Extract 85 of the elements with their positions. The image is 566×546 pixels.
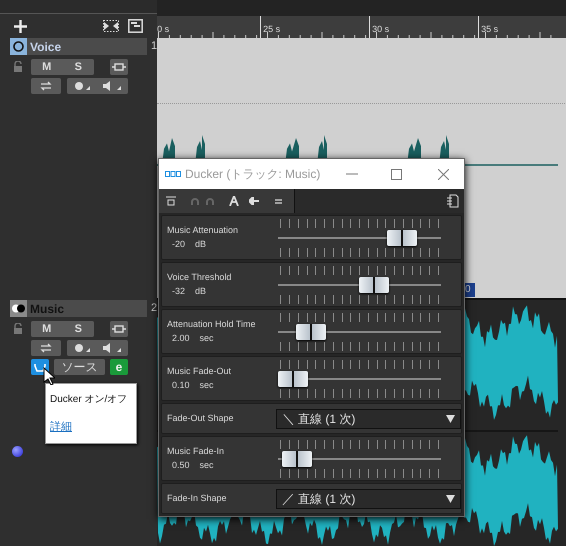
dropdown-arrow-icon <box>446 494 455 502</box>
slider-track[interactable] <box>278 230 441 246</box>
lock-icon[interactable] <box>12 323 22 334</box>
slider-track[interactable] <box>278 276 441 292</box>
record-icon[interactable] <box>74 343 90 353</box>
record-icon[interactable] <box>74 81 90 91</box>
line-shape-icon: ＼ <box>282 412 295 425</box>
track-name: Voice <box>30 40 62 52</box>
plugin-icon <box>112 325 126 333</box>
maximize-icon[interactable] <box>391 168 402 180</box>
speaker-icon[interactable] <box>103 343 122 353</box>
ruler-label: 25 s <box>263 24 280 34</box>
monitor-icon[interactable] <box>10 38 27 55</box>
slider-thumb[interactable] <box>278 370 308 386</box>
insert-button[interactable] <box>110 59 128 75</box>
shape-dropdown[interactable]: ＼ 直線 (1 次) <box>276 408 461 428</box>
monitor-icon[interactable] <box>10 300 27 317</box>
mute-button[interactable]: M <box>31 321 62 337</box>
shape-dropdown[interactable]: ／ 直線 (1 次) <box>276 488 461 508</box>
parameter-value: -20 <box>172 240 186 249</box>
parameter-value: 2.00 <box>172 334 190 343</box>
presets-icon[interactable] <box>166 196 176 206</box>
slider-track[interactable] <box>278 450 441 466</box>
dialog-title: Ducker (トラック: Music) <box>185 166 320 183</box>
track-number: 1 <box>151 39 158 54</box>
parameter-value: 0.10 <box>172 381 190 390</box>
font-icon[interactable] <box>229 196 239 206</box>
route-button[interactable] <box>31 340 61 356</box>
dropdown-value: 直線 (1 次) <box>298 410 356 428</box>
layout-icon[interactable] <box>128 19 144 33</box>
time-marker: 0 <box>465 283 475 297</box>
ruler-label: 0 s <box>157 24 170 34</box>
solo-button[interactable]: S <box>62 59 94 75</box>
line-shape-icon: ／ <box>282 492 295 505</box>
parameter-unit: dB <box>195 287 206 296</box>
minimize-icon[interactable] <box>346 173 358 175</box>
slider-track[interactable] <box>278 324 441 340</box>
time-ruler[interactable]: 0 s 25 s 30 s 35 s <box>157 16 566 38</box>
swap-icon <box>40 343 52 353</box>
track-number: 2 <box>151 301 158 316</box>
edit-button[interactable]: e <box>110 359 128 375</box>
track-name: Music <box>30 302 64 314</box>
slider-thumb[interactable] <box>387 230 418 246</box>
ruler-label: 35 s <box>481 24 498 34</box>
swap-icon <box>40 81 52 91</box>
parameter-label: Music Fade-In <box>167 447 226 456</box>
equal-icon[interactable] <box>275 198 282 204</box>
route-button[interactable] <box>31 78 61 94</box>
preset-field[interactable] <box>294 189 464 213</box>
dropdown-arrow-icon <box>446 414 455 422</box>
track-name-bar[interactable]: Voice <box>27 38 147 55</box>
back-arrow-icon[interactable] <box>249 197 259 205</box>
mute-button[interactable]: M <box>31 59 62 75</box>
parameter-label: Music Attenuation <box>167 226 240 235</box>
insert-button[interactable] <box>110 321 128 337</box>
details-link[interactable]: 詳細 <box>50 422 132 433</box>
slider-thumb[interactable] <box>282 450 312 466</box>
parameter-unit: dB <box>195 240 206 249</box>
parameter-label: Voice Threshold <box>167 273 232 282</box>
tooltip-text: Ducker オン/オフ <box>50 394 128 406</box>
ruler-label: 30 s <box>372 24 390 34</box>
slider-thumb[interactable] <box>359 276 390 292</box>
fit-icon[interactable] <box>103 20 120 32</box>
parameter-unit: sec <box>200 461 214 470</box>
document-icon <box>447 194 459 208</box>
add-icon[interactable] <box>14 20 27 32</box>
parameter-label: Fade-Out Shape <box>166 412 235 425</box>
slider-thumb[interactable] <box>296 324 326 340</box>
parameter-label: Fade-In Shape <box>166 492 228 505</box>
plugin-chain-icon <box>165 171 181 177</box>
plugin-icon <box>112 63 126 71</box>
parameter-value: 0.50 <box>172 461 190 470</box>
solo-button[interactable]: S <box>62 321 94 337</box>
source-button[interactable]: ソース <box>54 359 105 375</box>
parameter-label: Music Fade-Out <box>167 367 232 376</box>
slider-track[interactable] <box>278 370 441 386</box>
parameter-unit: sec <box>200 334 214 343</box>
dropdown-value: 直線 (1 次) <box>298 490 356 508</box>
speaker-icon[interactable] <box>103 81 122 91</box>
lock-icon[interactable] <box>12 61 22 72</box>
parameter-value: -32 <box>172 287 186 296</box>
ducker-icon <box>34 362 46 372</box>
parameter-label: Attenuation Hold Time <box>167 320 257 329</box>
close-icon[interactable] <box>438 168 449 180</box>
parameter-unit: sec <box>200 381 214 390</box>
